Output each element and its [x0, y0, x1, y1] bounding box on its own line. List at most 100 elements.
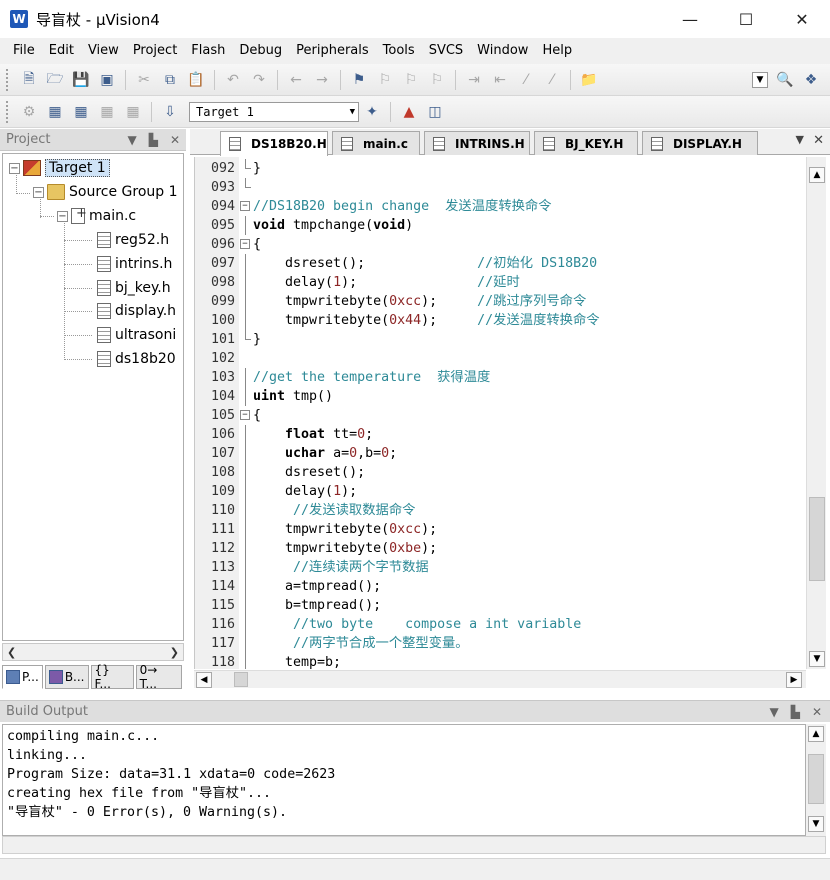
open-folder-icon[interactable]: 🗁	[44, 69, 66, 91]
pin-icon[interactable]: ▙	[149, 133, 158, 147]
code-line[interactable]: 107 uchar a=0,b=0;	[195, 444, 804, 463]
unindent-icon[interactable]: ⇤	[489, 69, 511, 91]
editor-horizontal-scrollbar[interactable]: ◀ ▶	[194, 670, 806, 688]
code-line[interactable]: 106 float tt=0;	[195, 425, 804, 444]
code-line[interactable]: 095 void tmpchange(void)	[195, 216, 804, 235]
scroll-right-icon[interactable]: ❯	[170, 646, 179, 659]
tab-display-h[interactable]: DISPLAY.H	[642, 131, 758, 155]
code-line[interactable]: 100 tmpwritebyte(0x44); //发送温度转换命令	[195, 311, 804, 330]
download-icon[interactable]: ⇩	[159, 101, 181, 123]
code-line[interactable]: 115 b=tmpread();	[195, 596, 804, 615]
tree-node-header[interactable]: ds18b20	[97, 348, 176, 370]
tab-books[interactable]: B...	[44, 665, 89, 689]
code-line[interactable]: 098 delay(1); //延时	[195, 273, 804, 292]
tab-functions[interactable]: {} F...	[90, 663, 134, 691]
panel-close-icon[interactable]: ✕	[170, 133, 180, 147]
close-tab-icon[interactable]: ✕	[813, 133, 824, 148]
find-combo-dropdown[interactable]: ▼	[752, 72, 768, 88]
target-options-icon[interactable]: ✦	[361, 101, 383, 123]
build-icon[interactable]: ▦	[44, 101, 66, 123]
navigate-forward-icon[interactable]: →	[311, 69, 333, 91]
build-output-horizontal-scrollbar[interactable]	[2, 836, 826, 854]
code-line[interactable]: 114 a=tmpread();	[195, 577, 804, 596]
scroll-down-icon[interactable]: ▼	[809, 651, 825, 667]
project-tree-horizontal-scrollbar[interactable]: ❮ ❯	[2, 643, 184, 661]
code-line[interactable]: 105−{	[195, 406, 804, 425]
tab-main-c[interactable]: main.c	[332, 131, 420, 155]
pin-icon[interactable]: ▙	[791, 705, 800, 719]
menu-debug[interactable]: Debug	[232, 38, 289, 64]
manage-components-icon[interactable]: ▲	[398, 101, 420, 123]
menu-help[interactable]: Help	[535, 38, 579, 64]
code-line[interactable]: 101}	[195, 330, 804, 349]
horizontal-scroll-thumb[interactable]	[234, 672, 248, 687]
stop-build-icon[interactable]: ▦	[122, 101, 144, 123]
bookmark-icon[interactable]: ⚑	[348, 69, 370, 91]
code-line[interactable]: 097 dsreset(); //初始化 DS18B20	[195, 254, 804, 273]
code-line[interactable]: 111 tmpwritebyte(0xcc);	[195, 520, 804, 539]
clear-bookmarks-icon[interactable]: ⚐	[426, 69, 448, 91]
tab-intrins-h[interactable]: INTRINS.H	[424, 131, 530, 155]
comment-icon[interactable]: ⁄	[515, 69, 537, 91]
menu-window[interactable]: Window	[470, 38, 535, 64]
tree-node-header[interactable]: ultrasoni	[97, 324, 176, 346]
code-line[interactable]: 116 //two byte compose a int variable	[195, 615, 804, 634]
panel-close-icon[interactable]: ✕	[812, 705, 822, 719]
editor-vertical-scrollbar[interactable]: ▲ ▼	[806, 157, 826, 669]
scroll-left-icon[interactable]: ◀	[196, 672, 212, 688]
code-line[interactable]: 108 dsreset();	[195, 463, 804, 482]
undo-icon[interactable]: ↶	[222, 69, 244, 91]
code-line[interactable]: 092}	[195, 159, 804, 178]
scroll-right-icon[interactable]: ▶	[786, 672, 802, 688]
tree-node-target[interactable]: − Target 1	[9, 157, 110, 179]
copy-icon[interactable]: ⧉	[159, 69, 181, 91]
code-line[interactable]: 112 tmpwritebyte(0xbe);	[195, 539, 804, 558]
fold-toggle-icon[interactable]: −	[240, 201, 250, 211]
collapse-icon[interactable]: −	[57, 210, 68, 222]
menu-tools[interactable]: Tools	[376, 38, 422, 64]
next-bookmark-icon[interactable]: ⚐	[400, 69, 422, 91]
code-editor[interactable]: 092} 093 094−//DS18B20 begin change 发送温度转换…	[194, 157, 804, 669]
vertical-scroll-thumb[interactable]	[809, 497, 825, 581]
menu-flash[interactable]: Flash	[184, 38, 232, 64]
indent-icon[interactable]: ⇥	[463, 69, 485, 91]
code-line[interactable]: 113 //连续读两个字节数据	[195, 558, 804, 577]
menu-view[interactable]: View	[81, 38, 126, 64]
save-all-icon[interactable]: ▣	[96, 69, 118, 91]
tab-templates[interactable]: 0→ T...	[135, 663, 182, 691]
tree-node-header[interactable]: bj_key.h	[97, 277, 171, 299]
code-line[interactable]: 104 uint tmp()	[195, 387, 804, 406]
collapse-icon[interactable]: −	[9, 162, 20, 174]
scroll-up-icon[interactable]: ▲	[809, 167, 825, 183]
scroll-left-icon[interactable]: ❮	[7, 646, 16, 659]
tree-node-header[interactable]: reg52.h	[97, 229, 169, 251]
code-line[interactable]: 094−//DS18B20 begin change 发送温度转换命令	[195, 197, 804, 216]
close-button[interactable]: ✕	[774, 0, 830, 38]
code-line[interactable]: 110 //发送读取数据命令	[195, 501, 804, 520]
panel-menu-icon[interactable]: ▼	[769, 705, 778, 719]
menu-project[interactable]: Project	[126, 38, 184, 64]
minimize-button[interactable]: —	[662, 0, 718, 38]
fold-toggle-icon[interactable]: −	[240, 239, 250, 249]
tree-node-main-c[interactable]: − main.c	[57, 205, 136, 227]
navigate-back-icon[interactable]: ←	[285, 69, 307, 91]
build-output-vertical-scrollbar[interactable]: ▲ ▼	[806, 724, 826, 836]
code-line[interactable]: 117 //两字节合成一个整型变量。	[195, 634, 804, 653]
tab-list-dropdown-icon[interactable]: ▼	[796, 133, 804, 146]
redo-icon[interactable]: ↷	[248, 69, 270, 91]
code-line[interactable]: 096−{	[195, 235, 804, 254]
scroll-down-icon[interactable]: ▼	[808, 816, 824, 832]
maximize-button[interactable]: ☐	[718, 0, 774, 38]
code-line[interactable]: 099 tmpwritebyte(0xcc); //跳过序列号命令	[195, 292, 804, 311]
incremental-find-icon[interactable]: 🔍	[774, 69, 796, 91]
vertical-scroll-thumb[interactable]	[808, 754, 824, 804]
toolbar-grip[interactable]	[6, 68, 10, 91]
menu-peripherals[interactable]: Peripherals	[289, 38, 376, 64]
configure-icon[interactable]: ❖	[800, 69, 822, 91]
code-line[interactable]: 102	[195, 349, 804, 368]
toolbar-grip[interactable]	[6, 100, 10, 123]
tab-bj-key-h[interactable]: BJ_KEY.H	[534, 131, 638, 155]
prev-bookmark-icon[interactable]: ⚐	[374, 69, 396, 91]
scroll-up-icon[interactable]: ▲	[808, 726, 824, 742]
tree-node-source-group[interactable]: − Source Group 1	[33, 181, 178, 203]
